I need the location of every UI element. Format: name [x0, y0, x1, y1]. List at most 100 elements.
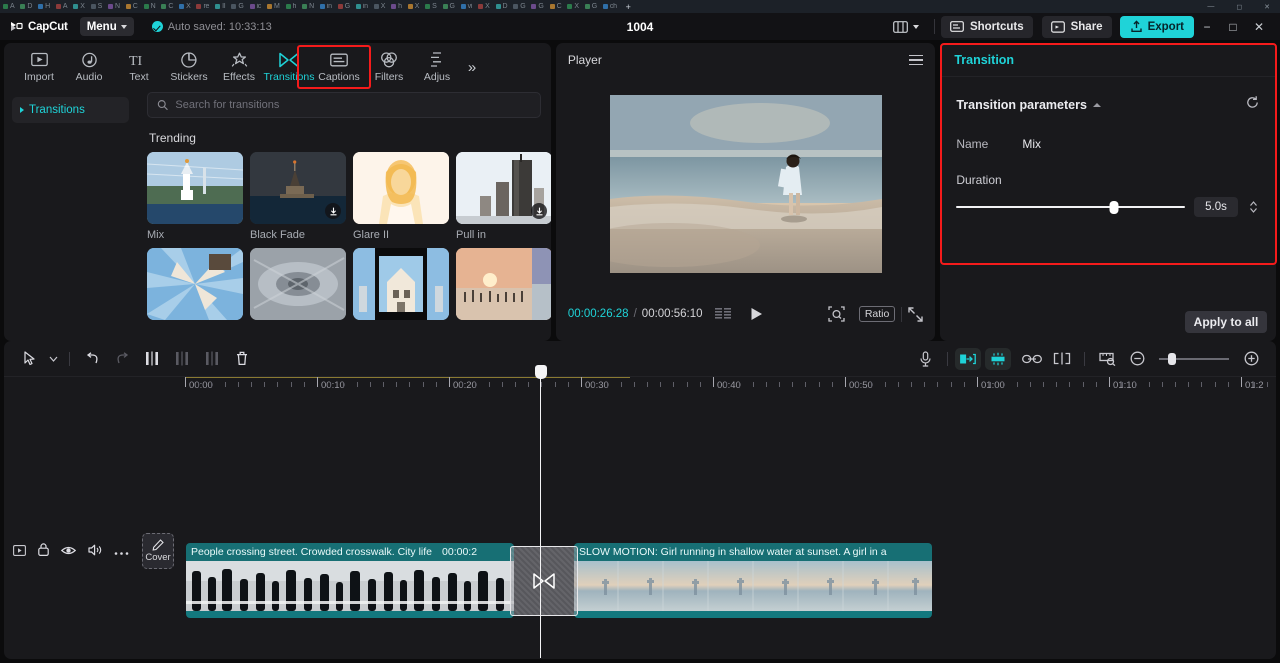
browser-tab[interactable]: S	[422, 0, 439, 13]
browser-tab[interactable]: II	[212, 0, 228, 13]
download-icon[interactable]	[531, 203, 547, 219]
tab-filters[interactable]: Filters	[364, 45, 414, 89]
browser-tab[interactable]: G	[440, 0, 458, 13]
browser-maximize[interactable]: ◻	[1236, 3, 1242, 11]
zoom-in-button[interactable]	[1236, 346, 1266, 372]
transition-thumbnail[interactable]	[147, 152, 243, 224]
transition-item[interactable]	[147, 248, 243, 325]
playhead[interactable]	[534, 365, 547, 658]
window-close-button[interactable]: ✕	[1246, 14, 1272, 40]
browser-tab[interactable]: in	[317, 0, 335, 13]
cover-button[interactable]: Cover	[142, 533, 174, 569]
duration-slider[interactable]	[956, 200, 1185, 214]
browser-tab[interactable]: ch	[600, 0, 620, 13]
timeline-clip-2[interactable]: SLOW MOTION: Girl running in shallow wat…	[574, 543, 932, 618]
transition-item[interactable]	[456, 248, 551, 325]
browser-tab[interactable]: vi	[458, 0, 475, 13]
hamburger-icon[interactable]	[909, 54, 924, 66]
browser-tab[interactable]: in	[353, 0, 371, 13]
browser-tab[interactable]: G	[528, 0, 546, 13]
duration-stepper[interactable]	[1247, 200, 1260, 214]
download-icon[interactable]	[325, 203, 341, 219]
browser-tab[interactable]: X	[70, 0, 87, 13]
browser-tab[interactable]: X	[371, 0, 388, 13]
browser-tab[interactable]: X	[564, 0, 581, 13]
freeze-button[interactable]	[985, 347, 1011, 370]
cut-button[interactable]	[1047, 346, 1077, 372]
record-voiceover-button[interactable]	[910, 346, 940, 372]
tab-captions[interactable]: Captions	[314, 45, 364, 89]
delete-button[interactable]	[227, 346, 257, 372]
link-button[interactable]	[1017, 346, 1047, 372]
delete-left-button[interactable]	[167, 346, 197, 372]
browser-close[interactable]: ✕	[1264, 3, 1270, 11]
browser-tab[interactable]: C	[123, 0, 141, 13]
browser-tab[interactable]: X	[176, 0, 193, 13]
browser-tab[interactable]: D	[493, 0, 511, 13]
browser-tab[interactable]: D	[17, 0, 35, 13]
browser-tab[interactable]: S	[88, 0, 105, 13]
track-type-icon[interactable]	[12, 543, 26, 561]
playhead-handle[interactable]	[534, 365, 547, 379]
tab-text[interactable]: TI Text	[114, 45, 164, 89]
browser-tab[interactable]: ic	[247, 0, 264, 13]
browser-tab[interactable]: A	[0, 0, 17, 13]
transition-marker[interactable]	[510, 546, 578, 616]
split-button[interactable]	[137, 346, 167, 372]
browser-tab[interactable]: N	[299, 0, 317, 13]
tab-stickers[interactable]: Stickers	[164, 45, 214, 89]
apply-to-all-button[interactable]: Apply to all	[1184, 311, 1268, 333]
layout-switch-button[interactable]	[884, 16, 928, 38]
browser-tab[interactable]: X	[405, 0, 422, 13]
reset-icon[interactable]	[1245, 95, 1260, 115]
browser-tab[interactable]: h	[388, 0, 405, 13]
transition-thumbnail[interactable]	[456, 248, 551, 320]
more-track-options-button[interactable]	[114, 543, 129, 561]
timeline-ruler[interactable]: 00:00 00:10 00:20 00:30 00:40 00:50 01:00 01:10…	[4, 376, 1276, 398]
browser-tab[interactable]: C	[547, 0, 565, 13]
browser-tab[interactable]: A	[53, 0, 70, 13]
window-minimize-button[interactable]: −	[1194, 14, 1220, 40]
transition-item[interactable]: Black Fade	[250, 152, 346, 241]
tab-effects[interactable]: Effects	[214, 45, 264, 89]
more-tabs-button[interactable]: »	[460, 45, 484, 89]
export-button[interactable]: Export	[1119, 15, 1194, 38]
transition-thumbnail[interactable]	[353, 152, 449, 224]
delete-right-button[interactable]	[197, 346, 227, 372]
transition-thumbnail[interactable]	[250, 248, 346, 320]
ratio-button[interactable]: Ratio	[858, 306, 896, 322]
transition-item[interactable]: Pull in	[456, 152, 551, 241]
slider-handle[interactable]	[1167, 352, 1176, 365]
video-preview[interactable]	[609, 95, 882, 273]
browser-tab[interactable]: G	[335, 0, 353, 13]
browser-tab[interactable]: G	[228, 0, 246, 13]
mirror-button[interactable]	[955, 347, 981, 370]
tab-adjus[interactable]: Adjus	[414, 45, 460, 89]
transition-item[interactable]	[353, 248, 449, 325]
duration-input[interactable]: 5.0s	[1194, 197, 1238, 217]
select-tool-dropdown[interactable]	[44, 346, 62, 372]
browser-tab[interactable]: G	[510, 0, 528, 13]
search-input[interactable]	[175, 99, 531, 111]
sidebar-item-transitions[interactable]: Transitions	[12, 97, 129, 123]
lock-track-button[interactable]	[37, 543, 49, 561]
fullscreen-icon[interactable]	[908, 306, 924, 322]
chevron-up-icon[interactable]	[1092, 103, 1101, 107]
transition-thumbnail[interactable]	[250, 152, 346, 224]
shortcuts-button[interactable]: Shortcuts	[940, 15, 1033, 38]
window-maximize-button[interactable]: □	[1220, 14, 1246, 40]
browser-tab[interactable]: H	[35, 0, 53, 13]
browser-tab[interactable]: M	[264, 0, 283, 13]
zoom-out-button[interactable]	[1122, 346, 1152, 372]
menu-button[interactable]: Menu	[79, 17, 134, 36]
undo-button[interactable]	[77, 346, 107, 372]
transition-thumbnail[interactable]	[147, 248, 243, 320]
mute-track-button[interactable]	[87, 543, 102, 561]
browser-tab[interactable]: C	[158, 0, 176, 13]
new-tab-button[interactable]: +	[620, 0, 634, 13]
redo-button[interactable]	[107, 346, 137, 372]
play-icon[interactable]	[750, 307, 763, 321]
browser-minimize[interactable]: —	[1207, 3, 1214, 10]
transition-thumbnail[interactable]	[353, 248, 449, 320]
transition-thumbnail[interactable]	[456, 152, 551, 224]
